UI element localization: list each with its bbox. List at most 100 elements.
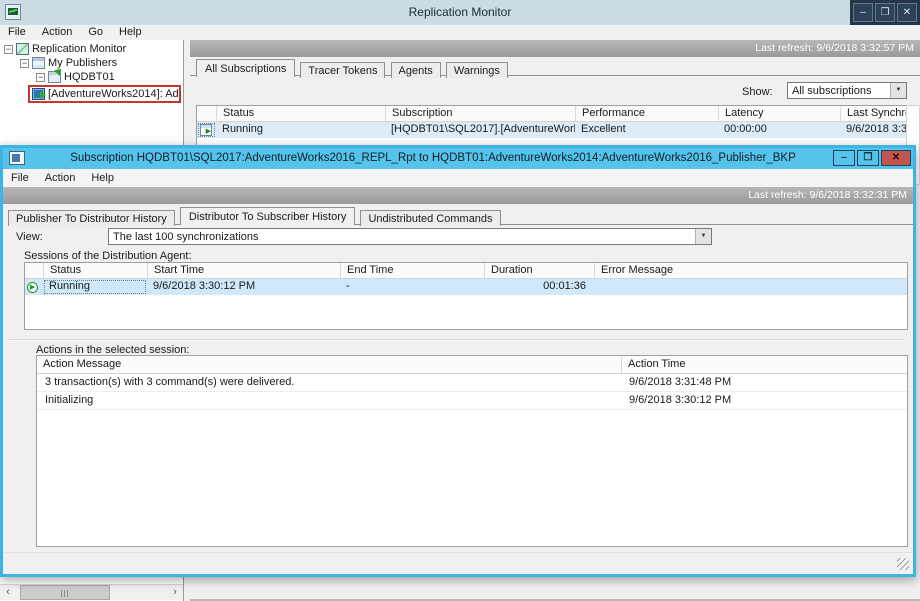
tab-publisher-to-distributor[interactable]: Publisher To Distributor History <box>8 210 175 226</box>
view-label: View: <box>16 231 43 243</box>
view-combobox-value: The last 100 synchronizations <box>109 231 695 243</box>
cell-start-time: 9/6/2018 3:30:12 PM <box>147 279 340 295</box>
scrollbar-thumb[interactable] <box>20 585 110 600</box>
dropdown-arrow-icon[interactable]: ▼ <box>890 83 906 98</box>
tree-item-replication-monitor[interactable]: − Replication Monitor <box>0 42 183 56</box>
running-status-icon: ▶ <box>27 282 38 293</box>
col-action-time[interactable]: Action Time <box>621 356 907 373</box>
tab-all-subscriptions[interactable]: All Subscriptions <box>196 59 295 77</box>
sessions-table-header: Status Start Time End Time Duration Erro… <box>25 263 907 279</box>
subscription-row[interactable]: ▶ Running [HQDBT01\SQL2017].[AdventureWo… <box>197 122 906 138</box>
cell-action-message: Initializing <box>37 392 621 409</box>
cell-status: Running <box>43 279 147 295</box>
col-start-time[interactable]: Start Time <box>147 263 340 278</box>
running-status-icon: ▶ <box>200 124 212 136</box>
menu-go[interactable]: Go <box>80 25 111 40</box>
replication-monitor-icon <box>16 43 29 55</box>
cell-end-time: - <box>340 279 484 295</box>
col-end-time[interactable]: End Time <box>340 263 484 278</box>
server-icon <box>48 71 61 83</box>
dialog-menu-action[interactable]: Action <box>37 171 84 186</box>
menu-action[interactable]: Action <box>34 25 81 40</box>
main-tabstrip: All Subscriptions Tracer Tokens Agents W… <box>190 58 920 76</box>
collapse-icon[interactable]: − <box>36 73 45 82</box>
dialog-menu-help[interactable]: Help <box>83 171 122 186</box>
tab-tracer-tokens[interactable]: Tracer Tokens <box>300 62 385 78</box>
tab-warnings[interactable]: Warnings <box>446 62 508 78</box>
cell-action-time: 9/6/2018 3:31:48 PM <box>621 374 907 391</box>
tree-item-hqdbt01[interactable]: − HQDBT01 <box>0 70 183 84</box>
divider <box>9 339 905 341</box>
main-panel-bottom <box>190 577 920 601</box>
main-last-refresh-bar: Last refresh: 9/6/2018 3:32:57 PM <box>190 40 920 57</box>
dialog-last-refresh-bar: Last refresh: 9/6/2018 3:32:31 PM <box>3 187 913 204</box>
publication-icon <box>32 88 45 100</box>
menu-file[interactable]: File <box>0 25 34 40</box>
sessions-label: Sessions of the Distribution Agent: <box>24 250 192 262</box>
scroll-left-icon[interactable]: ‹ <box>0 585 16 600</box>
tab-undistributed-commands[interactable]: Undistributed Commands <box>360 210 500 226</box>
dialog-caption-buttons: – ❐ ✕ <box>833 150 911 166</box>
dialog-maximize-button[interactable]: ❐ <box>857 150 879 166</box>
col-error-message[interactable]: Error Message <box>594 263 907 278</box>
resize-grip[interactable] <box>897 558 909 570</box>
screen: Replication Monitor – ❐ ✕ File Action Go… <box>0 0 920 601</box>
col-latency[interactable]: Latency <box>718 106 840 121</box>
status-icon-cell: ▶ <box>197 122 216 138</box>
dialog-minimize-button[interactable]: – <box>833 150 855 166</box>
cell-duration: 00:01:36 <box>484 279 594 295</box>
col-action-message[interactable]: Action Message <box>37 356 621 373</box>
red-highlight-box: [AdventureWorks2014]: Adve <box>28 85 181 103</box>
publishers-icon <box>32 57 45 69</box>
dialog-close-button[interactable]: ✕ <box>881 150 911 166</box>
dialog-menubar: File Action Help <box>3 169 913 187</box>
tab-agents[interactable]: Agents <box>391 62 441 78</box>
menu-help[interactable]: Help <box>111 25 150 40</box>
cell-status: Running <box>216 122 385 138</box>
tree-item-my-publishers[interactable]: − My Publishers <box>0 56 183 70</box>
subscription-dialog: Subscription HQDBT01\SQL2017:AdventureWo… <box>0 145 916 577</box>
show-combobox[interactable]: All subscriptions ▼ <box>787 82 907 99</box>
tree-item-adventureworks2014[interactable]: [AdventureWorks2014]: Adve <box>0 84 183 103</box>
collapse-icon[interactable]: − <box>20 59 29 68</box>
session-row[interactable]: ▶ Running 9/6/2018 3:30:12 PM - 00:01:36 <box>25 279 907 295</box>
col-last-synchron[interactable]: Last Synchron <box>840 106 906 121</box>
maximize-button[interactable]: ❐ <box>875 3 895 22</box>
col-status[interactable]: Status <box>216 106 385 121</box>
dialog-tabstrip: Publisher To Distributor History Distrib… <box>8 206 913 225</box>
col-performance[interactable]: Performance <box>575 106 718 121</box>
tree-label: Replication Monitor <box>32 43 126 55</box>
col-duration[interactable]: Duration <box>484 263 594 278</box>
tree-horizontal-scrollbar[interactable]: ‹ › <box>0 584 183 600</box>
dialog-titlebar: Subscription HQDBT01\SQL2017:AdventureWo… <box>3 148 913 169</box>
tree-label: [AdventureWorks2014]: Adve <box>48 88 181 100</box>
dialog-window-icon <box>9 151 25 165</box>
dialog-content: Publisher To Distributor History Distrib… <box>3 204 913 552</box>
close-button[interactable]: ✕ <box>897 3 917 22</box>
cell-error-message <box>594 279 907 295</box>
header-spacer <box>197 106 216 121</box>
main-window-title: Replication Monitor <box>0 0 920 25</box>
dialog-title: Subscription HQDBT01\SQL2017:AdventureWo… <box>33 148 833 169</box>
action-row[interactable]: Initializing 9/6/2018 3:30:12 PM <box>37 392 907 410</box>
show-combobox-value: All subscriptions <box>788 85 890 97</box>
cell-last-synchron: 9/6/2018 3:3 <box>840 122 906 138</box>
tab-distributor-to-subscriber[interactable]: Distributor To Subscriber History <box>180 207 356 225</box>
col-subscription[interactable]: Subscription <box>385 106 575 121</box>
collapse-icon[interactable]: − <box>4 45 13 54</box>
actions-table-header: Action Message Action Time <box>37 356 907 374</box>
main-window-titlebar: Replication Monitor <box>0 0 920 25</box>
view-combobox[interactable]: The last 100 synchronizations ▼ <box>108 228 712 245</box>
dropdown-arrow-icon[interactable]: ▼ <box>695 229 711 244</box>
action-row[interactable]: 3 transaction(s) with 3 command(s) were … <box>37 374 907 392</box>
minimize-button[interactable]: – <box>853 3 873 22</box>
col-status[interactable]: Status <box>43 263 147 278</box>
main-menubar: File Action Go Help <box>0 25 920 40</box>
dialog-menu-file[interactable]: File <box>3 171 37 186</box>
scrollbar-track[interactable] <box>110 585 167 600</box>
status-icon-cell: ▶ <box>25 279 43 295</box>
cell-subscription: [HQDBT01\SQL2017].[AdventureWorks2016_RE… <box>385 122 575 138</box>
cell-action-time: 9/6/2018 3:30:12 PM <box>621 392 907 409</box>
dialog-statusbar <box>3 552 913 574</box>
scroll-right-icon[interactable]: › <box>167 585 183 600</box>
